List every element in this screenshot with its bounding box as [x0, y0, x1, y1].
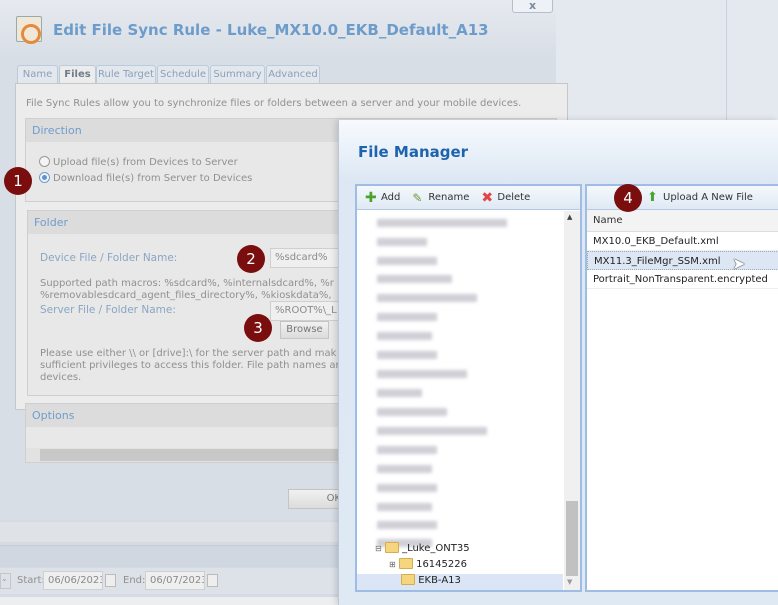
start-date-input[interactable]: 06/06/2023 [43, 571, 103, 590]
upload-label: Upload A New File [663, 192, 753, 203]
tab-files[interactable]: Files [59, 65, 96, 85]
toolbar-strip [0, 522, 340, 542]
dialog-title: Edit File Sync Rule - Luke_MX10.0_EKB_De… [53, 21, 489, 39]
download-option-label: Download file(s) from Server to Devices [53, 173, 253, 184]
folder-tree: ⊟ _Luke_ONT35 ⊞ 16145226 EKB-A13 [357, 211, 564, 590]
close-button[interactable]: x [512, 0, 553, 13]
scroll-thumb[interactable] [566, 501, 578, 576]
device-folder-label: Device File / Folder Name: [40, 252, 178, 264]
delete-x-icon: ✖ [481, 189, 494, 206]
start-label: Start: [17, 575, 45, 586]
date-filter-row: ⌄ Start: 06/06/2023 End: 06/07/2023 [0, 568, 340, 594]
note-text-1: Please use either \\ or [drive]:\ for th… [40, 348, 337, 359]
tab-rule-target[interactable]: Rule Target [96, 65, 156, 84]
folder-tree-pane: ✚ Add ✎ Rename ✖ Delete ⊟ _Luke_ONT35 ⊞ 1 [355, 184, 582, 592]
column-header-name[interactable]: Name [587, 210, 778, 232]
collapse-icon[interactable]: ⊟ [375, 544, 382, 553]
file-manager-title: File Manager [358, 143, 469, 161]
expand-icon[interactable]: ⊞ [389, 560, 396, 569]
tab-summary[interactable]: Summary [210, 65, 265, 84]
download-option[interactable]: Download file(s) from Server to Devices [39, 172, 252, 185]
file-row[interactable]: MX10.0_EKB_Default.xml [587, 232, 778, 251]
file-list-pane: ⬆ Upload A New File Name MX10.0_EKB_Defau… [585, 184, 778, 592]
folder-icon [401, 574, 415, 585]
calendar-icon[interactable] [105, 574, 116, 587]
radio-upload[interactable] [39, 156, 50, 167]
tree-node-label: 16145226 [416, 559, 467, 570]
grid-columns [0, 597, 340, 605]
intro-text: File Sync Rules allow you to synchronize… [26, 98, 522, 109]
tree-node-16145226[interactable]: ⊞ 16145226 [357, 558, 563, 574]
upload-option[interactable]: Upload file(s) from Devices to Server [39, 156, 238, 169]
tree-node-label: EKB-A13 [418, 575, 461, 586]
folder-toolbar: ✚ Add ✎ Rename ✖ Delete [357, 186, 580, 210]
tab-name[interactable]: Name [17, 65, 58, 84]
step-badge-1: 1 [4, 167, 32, 195]
delete-label: Delete [497, 192, 531, 203]
calendar-icon[interactable] [207, 574, 218, 587]
file-sync-icon [16, 16, 42, 44]
upload-option-label: Upload file(s) from Devices to Server [53, 157, 238, 168]
folder-icon [398, 558, 413, 569]
note-text-3: devices. [40, 372, 82, 383]
plus-icon: ✚ [365, 189, 377, 206]
note-text-2: sufficient privileges to access this fol… [40, 360, 346, 371]
rename-button[interactable]: ✎ Rename [412, 190, 470, 205]
step-badge-3: 3 [244, 314, 272, 342]
folder-open-icon [384, 542, 399, 553]
tab-advanced[interactable]: Advanced [266, 65, 320, 84]
macros-text-1: Supported path macros: %sdcard%, %intern… [40, 278, 334, 289]
tree-node-luke-ont35[interactable]: ⊟ _Luke_ONT35 [357, 542, 563, 558]
end-date-input[interactable]: 06/07/2023 [145, 571, 205, 590]
file-row-selected[interactable]: MX11.3_FileMgr_SSM.xml [587, 251, 778, 270]
rename-label: Rename [428, 192, 470, 203]
add-label: Add [381, 192, 401, 203]
grid-header-strip [0, 545, 340, 567]
redacted-folder [377, 219, 507, 227]
scroll-down-icon[interactable]: ▼ [567, 578, 572, 586]
mouse-cursor-icon: ➤ [732, 254, 746, 273]
file-row[interactable]: Portrait_NonTransparent.encrypted [587, 270, 778, 289]
step-badge-4: 4 [614, 184, 642, 212]
tab-schedule[interactable]: Schedule [157, 65, 209, 84]
pencil-icon: ✎ [412, 190, 423, 205]
add-button[interactable]: ✚ Add [365, 189, 401, 206]
end-label: End: [123, 575, 146, 586]
browse-button[interactable]: Browse [280, 321, 329, 339]
tree-node-label: _Luke_ONT35 [402, 543, 470, 554]
upload-arrow-icon: ⬆ [647, 189, 658, 205]
upload-new-file-button[interactable]: ⬆ Upload A New File [647, 191, 753, 204]
file-manager-dialog: File Manager ✚ Add ✎ Rename ✖ Delete ⊟ _… [338, 120, 778, 605]
tree-scrollbar[interactable]: ▲ ▼ [564, 211, 580, 590]
radio-download[interactable] [39, 172, 50, 183]
dropdown-chevron-icon[interactable]: ⌄ [0, 573, 11, 589]
tree-node-ekb-a13[interactable]: EKB-A13 [357, 574, 563, 590]
step-badge-2: 2 [237, 245, 265, 273]
delete-button[interactable]: ✖ Delete [481, 189, 531, 206]
scroll-up-icon[interactable]: ▲ [567, 213, 572, 221]
server-folder-label: Server File / Folder Name: [40, 304, 176, 316]
